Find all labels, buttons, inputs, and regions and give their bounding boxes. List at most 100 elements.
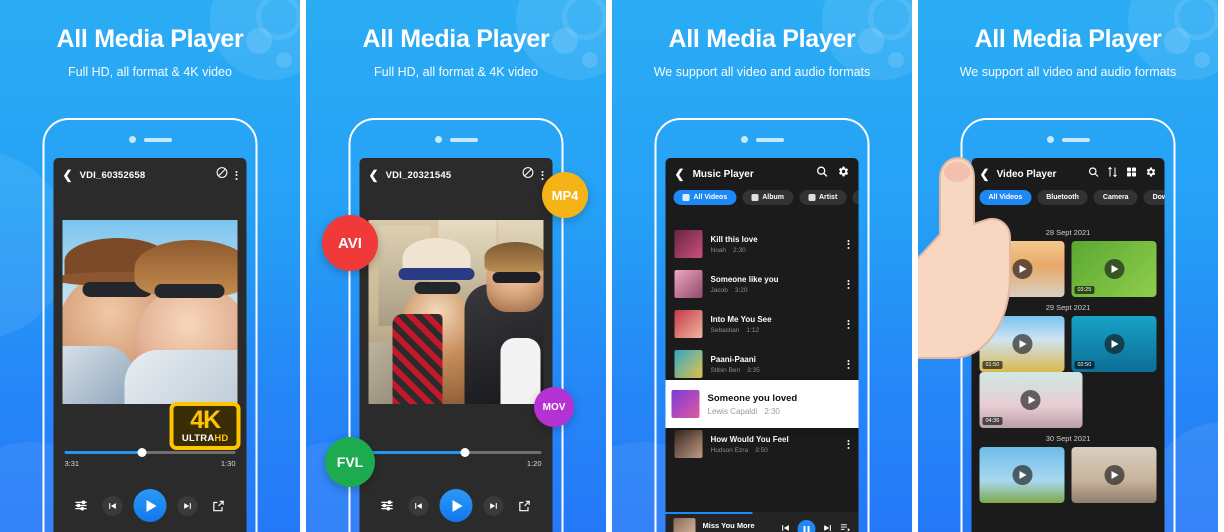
seek-handle[interactable] xyxy=(137,448,147,457)
seek-bar-row: 3:31 1:30 xyxy=(64,448,236,468)
promo-header: All Media Player We support all video an… xyxy=(918,0,1218,78)
play-icon[interactable] xyxy=(1012,465,1032,485)
app-screen: ❮ VDI_60352658 4K ULTRAHD 3:31 1:30 xyxy=(53,158,247,532)
overflow-menu-icon[interactable] xyxy=(847,439,850,449)
play-icon[interactable] xyxy=(133,489,167,522)
video-duration: 01:50 xyxy=(982,361,1003,369)
song-artist: Jacob xyxy=(710,286,728,294)
video-row: 04:36 xyxy=(972,372,1165,428)
video-file-name: VDI_20321545 xyxy=(385,169,452,181)
back-icon[interactable]: ❮ xyxy=(63,169,73,181)
back-icon[interactable]: ❮ xyxy=(675,168,685,180)
app-bar: ❮ VDI_60352658 xyxy=(54,158,247,192)
play-icon[interactable] xyxy=(1104,259,1124,279)
video-thumbnail[interactable] xyxy=(1071,447,1157,503)
previous-icon[interactable] xyxy=(781,520,791,532)
next-icon[interactable] xyxy=(483,495,504,516)
video-thumbnail[interactable]: 03:25 xyxy=(1071,241,1157,297)
tab-album[interactable]: Album xyxy=(742,190,793,205)
phone-notch xyxy=(434,136,478,143)
sort-icon[interactable] xyxy=(1107,165,1119,183)
mic-icon xyxy=(808,194,815,201)
list-item[interactable]: Kill this love Noah 2:30 xyxy=(666,224,859,264)
play-icon[interactable] xyxy=(439,489,473,522)
equalizer-icon[interactable] xyxy=(71,496,91,516)
now-playing-bar[interactable]: Miss You More Bebe Rexha xyxy=(665,512,859,532)
list-item[interactable]: How Would You Feel Hudson Ezra 3:50 xyxy=(666,424,859,464)
seek-bar[interactable] xyxy=(370,448,542,457)
tab-label: All Videos xyxy=(693,194,728,201)
search-icon[interactable] xyxy=(1088,165,1100,183)
list-item[interactable]: Someone you loved Lewis Capaldi 2:30 xyxy=(665,380,859,428)
album-icon xyxy=(751,194,759,201)
now-playing-progress xyxy=(665,512,753,514)
play-icon[interactable] xyxy=(1020,390,1041,410)
overflow-menu-icon[interactable] xyxy=(847,239,850,249)
grid-view-icon[interactable] xyxy=(1126,165,1138,183)
video-thumbnail[interactable]: 02:50 xyxy=(1071,316,1157,372)
next-icon[interactable] xyxy=(823,520,833,532)
pause-icon[interactable] xyxy=(797,520,816,532)
tab-bluetooth[interactable]: Bluetooth xyxy=(1037,190,1088,205)
previous-icon[interactable] xyxy=(408,495,429,516)
fullscreen-icon[interactable] xyxy=(515,496,535,516)
page-title: All Media Player xyxy=(668,25,856,53)
equalizer-icon[interactable] xyxy=(377,496,397,516)
song-artist: Hudson Ezra xyxy=(710,446,749,454)
promo-header: All Media Player Full HD, all format & 4… xyxy=(306,0,606,78)
time-total: 1:20 xyxy=(526,459,542,468)
page-subtitle: We support all video and audio formats xyxy=(653,64,871,79)
video-preview[interactable] xyxy=(368,220,544,404)
tab-artist[interactable]: Artist xyxy=(799,190,847,205)
song-duration: 3:50 xyxy=(755,446,768,454)
tab-camera[interactable]: Camera xyxy=(1093,190,1138,205)
overflow-menu-icon[interactable] xyxy=(847,319,850,329)
lock-rotate-icon[interactable] xyxy=(216,166,229,184)
gear-icon[interactable] xyxy=(837,165,850,183)
seek-handle[interactable] xyxy=(460,448,470,457)
lock-rotate-icon[interactable] xyxy=(522,166,535,184)
video-thumbnail[interactable]: 04:36 xyxy=(979,372,1083,428)
tab-label: Camera xyxy=(1102,194,1129,201)
song-title: Someone you loved xyxy=(707,392,798,404)
overflow-menu-icon[interactable] xyxy=(847,359,850,369)
phone-notch xyxy=(740,136,784,143)
album-art xyxy=(673,518,696,532)
promo-panel-3: All Media Player We support all video an… xyxy=(612,0,912,532)
tab-downloads[interactable]: Downloads xyxy=(1143,190,1165,205)
overflow-menu-icon[interactable] xyxy=(847,279,850,289)
song-list[interactable]: Kill this love Noah 2:30 Someone like you… xyxy=(665,224,859,532)
album-art xyxy=(674,270,703,298)
hand-pointer-icon xyxy=(918,156,1011,359)
play-icon[interactable] xyxy=(1104,465,1124,485)
format-bubble-mp4: MP4 xyxy=(542,172,588,218)
promo-panel-2: All Media Player Full HD, all format & 4… xyxy=(306,0,606,532)
video-thumbnail[interactable] xyxy=(979,447,1065,503)
fullscreen-icon[interactable] xyxy=(209,496,229,516)
play-icon[interactable] xyxy=(1104,334,1124,354)
tab-label: Bluetooth xyxy=(1046,194,1079,201)
tab-all-videos[interactable]: All Videos xyxy=(673,190,737,205)
overflow-menu-icon[interactable] xyxy=(235,170,238,180)
overflow-menu-icon[interactable] xyxy=(541,170,544,180)
video-duration: 03:25 xyxy=(1074,286,1095,294)
previous-icon[interactable] xyxy=(102,495,123,516)
screenshot-gallery: All Media Player Full HD, all format & 4… xyxy=(0,0,1224,532)
list-item[interactable]: Into Me You See Sebastian 1:12 xyxy=(666,304,859,344)
next-icon[interactable] xyxy=(177,495,198,516)
seek-bar[interactable] xyxy=(64,448,236,457)
gear-icon[interactable] xyxy=(1145,165,1157,183)
tab-playlist[interactable]: Playlist xyxy=(852,190,859,205)
app-bar: ❮ VDI_20321545 xyxy=(360,158,553,192)
list-item[interactable]: Paani-Paani Stibin Ben 3:35 xyxy=(666,344,859,384)
back-icon[interactable]: ❮ xyxy=(369,169,379,181)
song-duration: 3:20 xyxy=(734,286,748,294)
app-screen: ❮ VDI_20321545 1:20 xyxy=(359,158,553,532)
list-item[interactable]: Someone like you Jacob 3:20 xyxy=(666,264,859,304)
album-art xyxy=(674,230,703,258)
search-icon[interactable] xyxy=(816,165,829,183)
page-subtitle: Full HD, all format & 4K video xyxy=(68,64,232,79)
tab-label: Artist xyxy=(819,194,838,201)
video-preview[interactable] xyxy=(62,220,238,404)
queue-icon[interactable] xyxy=(840,520,851,532)
